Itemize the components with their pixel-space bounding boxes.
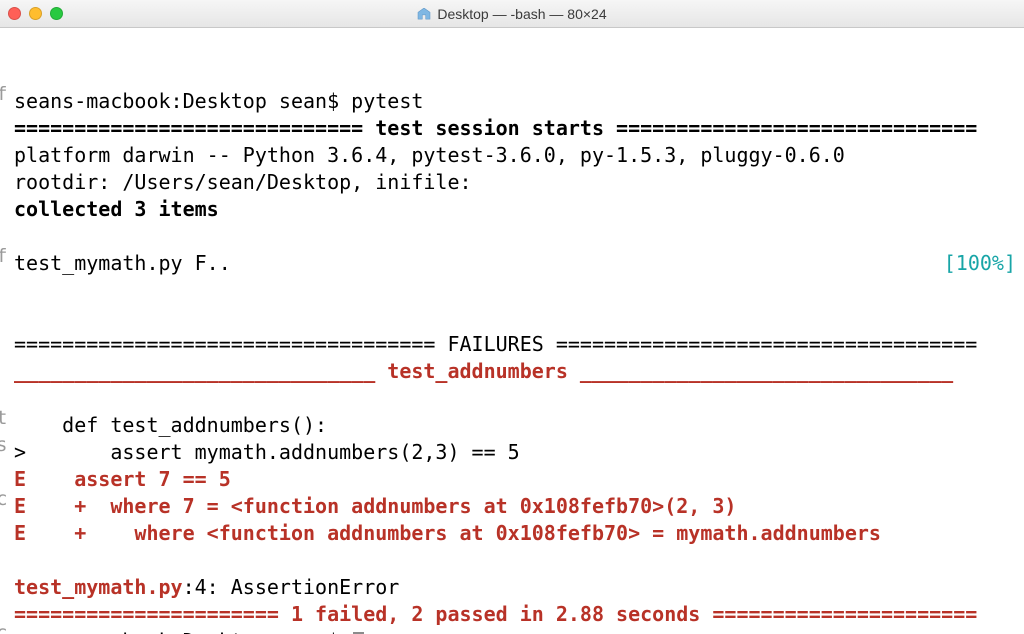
code-def: def test_addnumbers(): (14, 413, 327, 437)
error-file: test_mymath.py (14, 575, 183, 599)
prompt-line-1: seans-macbook:Desktop sean$ pytest (14, 89, 423, 113)
test-progress-left: test_mymath.py F.. (14, 250, 231, 277)
failures-banner: =================================== FAIL… (14, 332, 977, 356)
error-location: test_mymath.py:4: AssertionError (14, 575, 399, 599)
platform-line: platform darwin -- Python 3.6.4, pytest-… (14, 143, 845, 167)
terminal-body[interactable]: f f t s c c seans-macbook:Desktop sean$ … (0, 28, 1024, 634)
home-folder-icon (417, 8, 431, 20)
minimize-icon[interactable] (29, 7, 42, 20)
prompt-2-text: seans-macbook:Desktop sean$ (14, 629, 351, 634)
close-icon[interactable] (8, 7, 21, 20)
error-line-1: E assert 7 == 5 (14, 467, 231, 491)
left-edge-bleed: f f t s c c (0, 54, 10, 634)
code-assert: > assert mymath.addnumbers(2,3) == 5 (14, 440, 520, 464)
window-title: Desktop — -bash — 80×24 (0, 6, 1024, 22)
session-banner: ============================= test sessi… (14, 116, 977, 140)
error-rest: :4: AssertionError (183, 575, 400, 599)
error-line-3: E + where <function addnumbers at 0x108f… (14, 521, 881, 545)
prompt-line-2: seans-macbook:Desktop sean$ (14, 629, 364, 634)
test-divider: ______________________________ test_addn… (14, 359, 953, 383)
collected-line: collected 3 items (14, 197, 219, 221)
title-bar[interactable]: Desktop — -bash — 80×24 (0, 0, 1024, 28)
test-progress-row: test_mymath.py F.. [100%] (14, 250, 1016, 277)
window-title-text: Desktop — -bash — 80×24 (437, 6, 606, 22)
window-controls (8, 7, 63, 20)
error-line-2: E + where 7 = <function addnumbers at 0x… (14, 494, 736, 518)
summary-line: ====================== 1 failed, 2 passe… (14, 602, 977, 626)
rootdir-line: rootdir: /Users/sean/Desktop, inifile: (14, 170, 472, 194)
test-progress-pct: [100%] (944, 250, 1016, 277)
terminal-window: Desktop — -bash — 80×24 f f t s c c sean… (0, 0, 1024, 634)
zoom-icon[interactable] (50, 7, 63, 20)
